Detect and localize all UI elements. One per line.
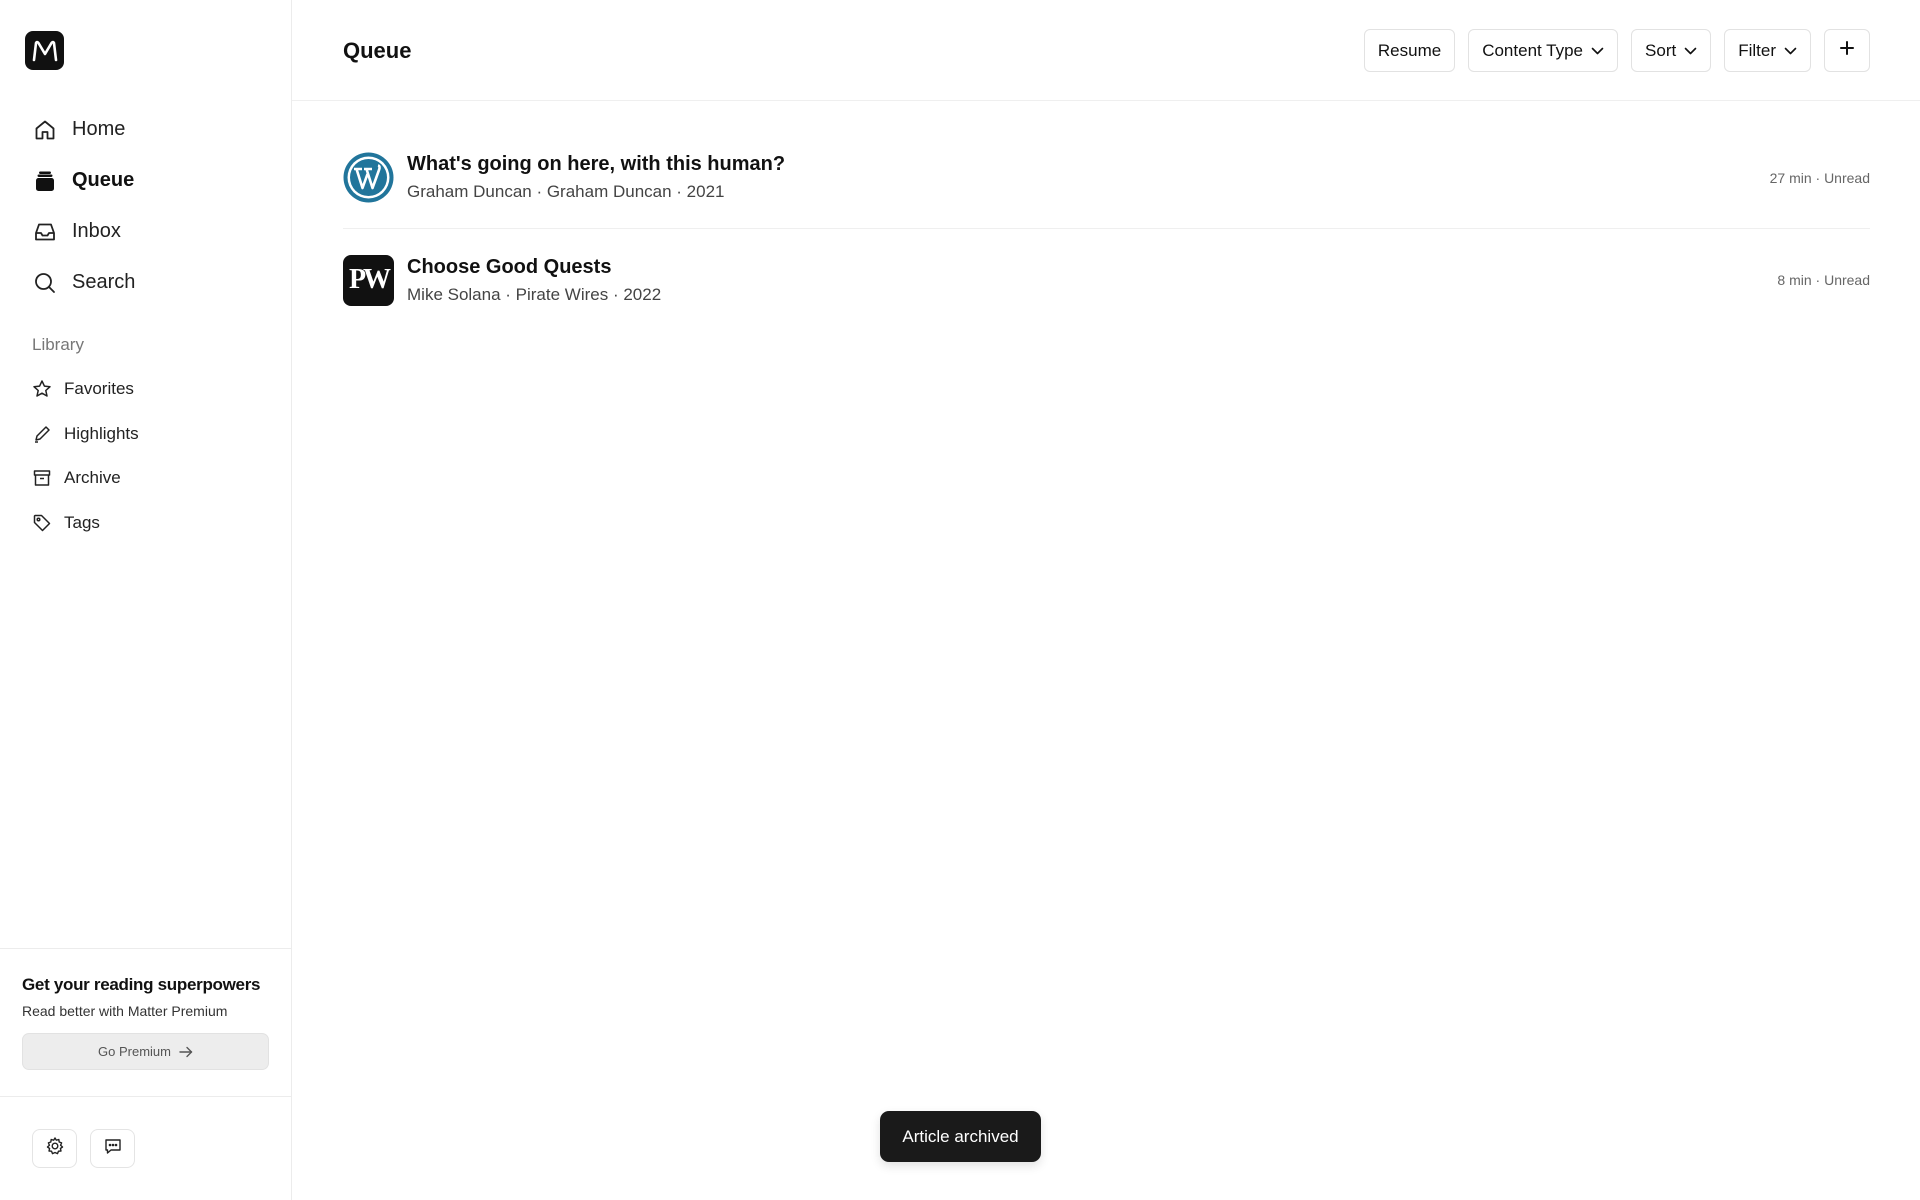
star-icon [32, 379, 52, 399]
article-list: What's going on here, with this human? G… [343, 127, 1870, 331]
library-item-highlights[interactable]: Highlights [24, 412, 274, 457]
article-row[interactable]: What's going on here, with this human? G… [343, 127, 1870, 229]
chevron-down-icon [1784, 47, 1797, 55]
nav-item-home[interactable]: Home [24, 104, 274, 155]
library-item-label: Favorites [64, 379, 134, 399]
chat-bubble-icon [103, 1136, 123, 1161]
library-item-label: Tags [64, 512, 100, 532]
add-article-button[interactable] [1824, 29, 1870, 72]
search-icon [32, 270, 58, 296]
arrow-right-icon [179, 1046, 193, 1058]
content-type-label: Content Type [1482, 40, 1584, 60]
resume-label: Resume [1377, 40, 1442, 60]
promo-subtitle: Read better with Matter Premium [22, 1003, 228, 1019]
feedback-button[interactable] [90, 1129, 135, 1168]
article-status: 27 min · Unread [1769, 169, 1870, 186]
nav-item-queue[interactable]: Queue [24, 155, 274, 206]
nav-item-label: Queue [72, 169, 135, 191]
nav-item-inbox[interactable]: Inbox [24, 206, 274, 257]
home-icon [32, 117, 58, 143]
tag-icon [32, 513, 52, 533]
article-row[interactable]: PW Choose Good Quests Mike Solana · Pira… [343, 229, 1870, 331]
go-premium-button[interactable]: Go Premium [22, 1033, 269, 1070]
article-status: 8 min · Unread [1777, 272, 1870, 288]
app-window: Home Queue Inbox Search Library Favorite… [0, 0, 1920, 1200]
nav-item-search[interactable]: Search [24, 257, 274, 308]
filter-label: Filter [1738, 40, 1776, 60]
main-content: Queue Resume Content Type Sort Filter Wh… [292, 0, 1920, 1200]
filter-dropdown[interactable]: Filter [1724, 29, 1811, 72]
library-item-favorites[interactable]: Favorites [24, 367, 274, 412]
article-title: What's going on here, with this human? [407, 153, 786, 175]
nav-item-label: Home [72, 118, 126, 140]
primary-nav: Home Queue Inbox Search [24, 104, 274, 308]
article-meta: Graham Duncan · Graham Duncan · 2021 [407, 182, 725, 201]
promo-title: Get your reading superpowers [22, 975, 261, 994]
article-meta: Mike Solana · Pirate Wires · 2022 [407, 284, 662, 304]
article-text: Choose Good Quests Mike Solana · Pirate … [407, 256, 661, 305]
wordpress-icon [343, 152, 394, 203]
article-text: What's going on here, with this human? G… [407, 153, 785, 202]
sort-label: Sort [1645, 40, 1677, 60]
toast-notification: Article archived [880, 1111, 1041, 1162]
pencil-icon [32, 424, 52, 444]
library-item-tags[interactable]: Tags [24, 501, 274, 546]
toolbar: Resume Content Type Sort Filter [1363, 29, 1870, 72]
plus-icon [1839, 40, 1855, 61]
gear-icon [45, 1136, 65, 1161]
article-title: Choose Good Quests [407, 255, 612, 278]
content-type-dropdown[interactable]: Content Type [1468, 29, 1619, 72]
chevron-down-icon [1684, 47, 1697, 55]
pirate-wires-logo: PW [343, 254, 394, 306]
nav-item-label: Inbox [72, 220, 121, 242]
inbox-icon [32, 219, 58, 245]
sort-dropdown[interactable]: Sort [1631, 29, 1712, 72]
premium-promo: Get your reading superpowers Read better… [0, 948, 291, 1097]
resume-button[interactable]: Resume [1363, 29, 1456, 72]
library-heading: Library [32, 335, 84, 354]
nav-item-label: Search [72, 271, 136, 293]
queue-header: Queue Resume Content Type Sort Filter [292, 0, 1920, 101]
library-item-label: Archive [64, 468, 121, 488]
library-item-label: Highlights [64, 423, 139, 443]
sidebar-footer [32, 1129, 135, 1168]
library-item-archive[interactable]: Archive [24, 456, 274, 501]
queue-stack-icon [32, 168, 58, 194]
matter-logo-icon[interactable] [25, 31, 64, 70]
library-nav: Favorites Highlights Archive Tags [24, 367, 274, 545]
go-premium-label: Go Premium [98, 1044, 171, 1059]
archive-box-icon [32, 468, 52, 488]
chevron-down-icon [1591, 47, 1604, 55]
page-title: Queue [343, 38, 412, 63]
sidebar: Home Queue Inbox Search Library Favorite… [0, 0, 292, 1200]
settings-button[interactable] [32, 1129, 77, 1168]
